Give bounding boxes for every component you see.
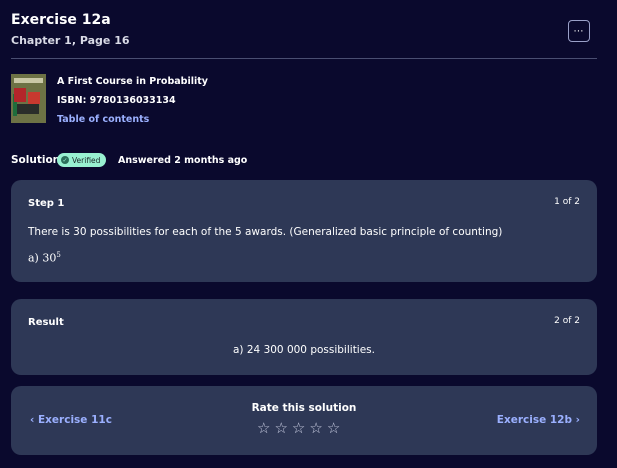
table-of-contents-link[interactable]: Table of contents (57, 114, 149, 125)
step-answer-base: a) 30 (28, 251, 57, 265)
star-icon[interactable]: ☆ (327, 419, 340, 437)
step-explanation: There is 30 possibilities for each of th… (28, 226, 503, 238)
verified-check-icon: ✓ (61, 156, 69, 164)
more-options-button[interactable]: ⋯ (568, 20, 590, 42)
book-title[interactable]: A First Course in Probability (57, 76, 208, 87)
star-icon[interactable]: ☆ (292, 419, 305, 437)
star-icon[interactable]: ☆ (274, 419, 287, 437)
answered-timestamp: Answered 2 months ago (118, 155, 248, 166)
step-heading: Step 1 (28, 198, 65, 209)
step-card: Step 1 1 of 2 There is 30 possibilities … (11, 180, 597, 282)
previous-exercise-link[interactable]: ‹ Exercise 11c (30, 414, 112, 426)
header-divider (11, 58, 597, 59)
result-heading: Result (28, 317, 64, 328)
more-icon: ⋯ (573, 25, 585, 37)
step-count: 1 of 2 (554, 197, 580, 207)
chapter-page-subtitle: Chapter 1, Page 16 (11, 34, 130, 47)
verified-badge: ✓ Verified (57, 153, 107, 167)
cover-dice-2 (28, 92, 40, 104)
rate-solution-label: Rate this solution (251, 402, 357, 414)
cover-dice (14, 88, 26, 102)
result-card: Result 2 of 2 a) 24 300 000 possibilitie… (11, 299, 597, 375)
solution-label: Solution (11, 154, 61, 166)
star-icon[interactable]: ☆ (257, 419, 270, 437)
cover-shadow (17, 104, 39, 114)
result-text: a) 24 300 000 possibilities. (233, 344, 375, 356)
verified-badge-label: Verified (72, 155, 101, 165)
navigation-card: ‹ Exercise 11c Rate this solution ☆ ☆ ☆ … (11, 386, 597, 455)
book-isbn: ISBN: 9780136033134 (57, 95, 176, 106)
rating-stars: ☆ ☆ ☆ ☆ ☆ (257, 419, 340, 437)
exercise-title: Exercise 12a (11, 12, 111, 28)
step-answer: a) 305 (28, 251, 61, 265)
star-icon[interactable]: ☆ (309, 419, 322, 437)
cover-band (14, 78, 43, 83)
next-exercise-link[interactable]: Exercise 12b › (497, 414, 580, 426)
step-answer-exponent: 5 (56, 251, 61, 259)
book-cover-image[interactable] (11, 74, 46, 123)
result-count: 2 of 2 (554, 316, 580, 326)
